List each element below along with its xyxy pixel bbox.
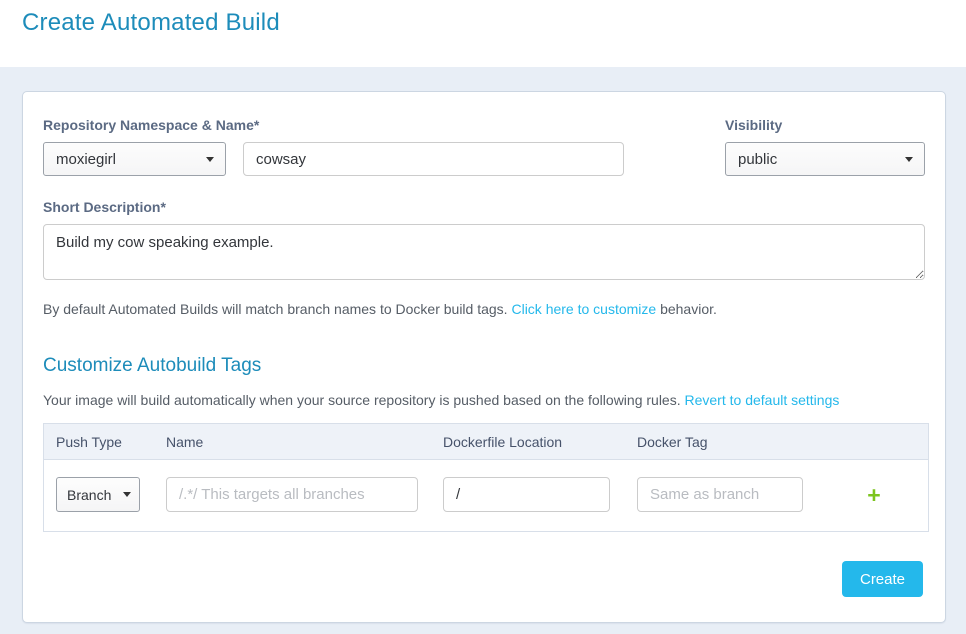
create-build-card: Repository Namespace & Name* moxiegirl V… xyxy=(22,91,946,623)
content-area: Repository Namespace & Name* moxiegirl V… xyxy=(0,67,966,634)
autobuild-tags-heading: Customize Autobuild Tags xyxy=(43,355,925,377)
spacer xyxy=(624,117,725,176)
note-text: behavior. xyxy=(656,301,717,317)
push-type-select-value: Branch xyxy=(67,487,111,503)
visibility-select[interactable]: public xyxy=(725,142,925,176)
create-button[interactable]: Create xyxy=(842,561,923,597)
caret-down-icon xyxy=(123,492,131,497)
table-header-row: Push Type Name Dockerfile Location Docke… xyxy=(44,424,928,460)
push-type-select[interactable]: Branch xyxy=(56,477,140,512)
col-header-push-type: Push Type xyxy=(56,434,122,450)
caret-down-icon xyxy=(206,157,214,162)
visibility-group: Visibility public xyxy=(725,117,925,176)
namespace-select[interactable]: moxiegirl xyxy=(43,142,226,176)
note-text: By default Automated Builds will match b… xyxy=(43,301,511,317)
page-title: Create Automated Build xyxy=(22,9,944,37)
repo-name-input[interactable] xyxy=(243,142,624,176)
actions-row: Create xyxy=(43,561,925,597)
add-rule-icon[interactable]: + xyxy=(856,460,892,531)
col-header-name: Name xyxy=(166,434,203,450)
caret-down-icon xyxy=(905,157,913,162)
visibility-label: Visibility xyxy=(725,117,925,133)
col-header-dockerfile-location: Dockerfile Location xyxy=(443,434,562,450)
note-text: Your image will build automatically when… xyxy=(43,392,685,408)
visibility-select-value: public xyxy=(738,151,777,168)
description-textarea[interactable]: Build my cow speaking example. xyxy=(43,224,925,280)
dockerfile-location-input[interactable] xyxy=(443,477,610,512)
revert-default-settings-link[interactable]: Revert to default settings xyxy=(685,392,840,408)
description-label: Short Description* xyxy=(43,199,925,215)
topbar: Create Automated Build xyxy=(0,0,966,67)
repo-visibility-row: Repository Namespace & Name* moxiegirl V… xyxy=(43,117,925,176)
col-header-docker-tag: Docker Tag xyxy=(637,434,708,450)
autobuild-rules-note: Your image will build automatically when… xyxy=(43,392,925,408)
table-row: Branch + xyxy=(44,460,928,531)
customize-behavior-link[interactable]: Click here to customize xyxy=(511,301,656,317)
default-behavior-note: By default Automated Builds will match b… xyxy=(43,301,925,317)
repo-namespace-label: Repository Namespace & Name* xyxy=(43,117,624,133)
autobuild-tags-table: Push Type Name Dockerfile Location Docke… xyxy=(43,423,929,532)
docker-tag-input[interactable] xyxy=(637,477,803,512)
namespace-select-value: moxiegirl xyxy=(56,151,116,168)
branch-name-input[interactable] xyxy=(166,477,418,512)
repo-namespace-group: Repository Namespace & Name* moxiegirl xyxy=(43,117,624,176)
